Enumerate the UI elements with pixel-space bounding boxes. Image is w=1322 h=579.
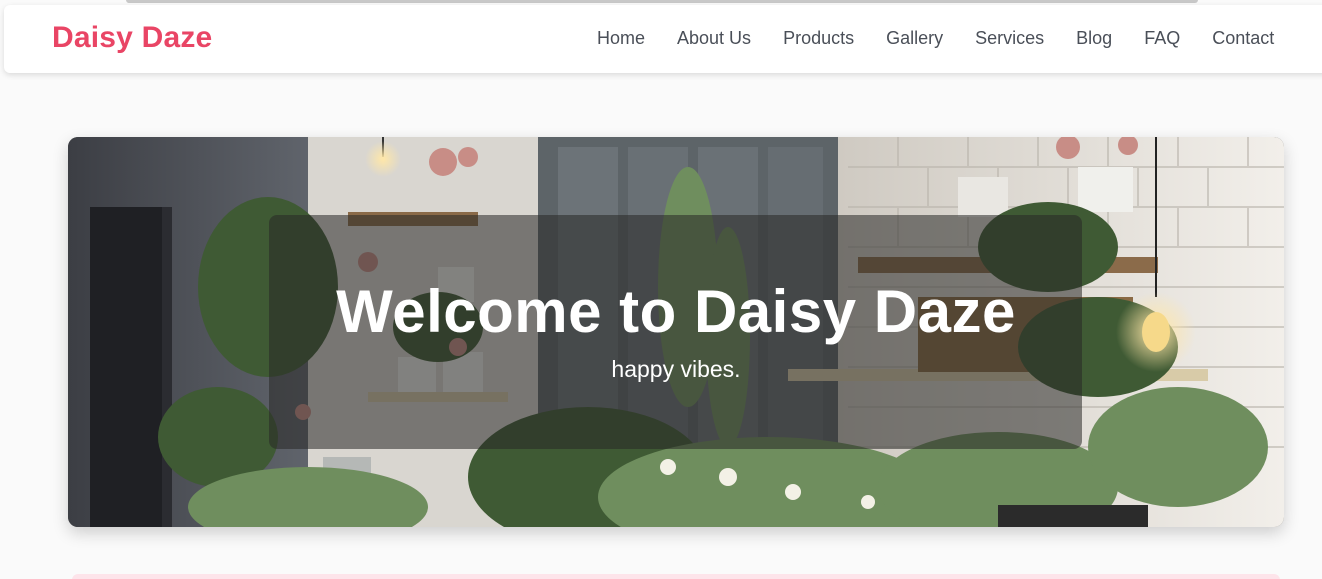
- nav-link-gallery[interactable]: Gallery: [886, 27, 943, 49]
- hero-banner: Welcome to Daisy Daze happy vibes.: [68, 137, 1284, 527]
- brand-logo-link[interactable]: Daisy Daze: [52, 21, 212, 55]
- nav-link-about-us[interactable]: About Us: [677, 27, 751, 49]
- next-section-edge: [72, 574, 1280, 579]
- navbar: Daisy Daze Home About Us Products Galler…: [4, 5, 1322, 73]
- nav-link-contact[interactable]: Contact: [1212, 27, 1274, 49]
- nav-link-products[interactable]: Products: [783, 27, 854, 49]
- hero-subtitle: happy vibes.: [611, 356, 741, 382]
- nav-link-faq[interactable]: FAQ: [1144, 27, 1180, 49]
- main-nav: Home About Us Products Gallery Services …: [597, 27, 1306, 49]
- nav-link-blog[interactable]: Blog: [1076, 27, 1112, 49]
- browser-scrollbar-edge: [126, 0, 1198, 3]
- page: Daisy Daze Home About Us Products Galler…: [0, 0, 1322, 579]
- hero-title: Welcome to Daisy Daze: [336, 278, 1016, 345]
- nav-link-home[interactable]: Home: [597, 27, 645, 49]
- nav-link-services[interactable]: Services: [975, 27, 1044, 49]
